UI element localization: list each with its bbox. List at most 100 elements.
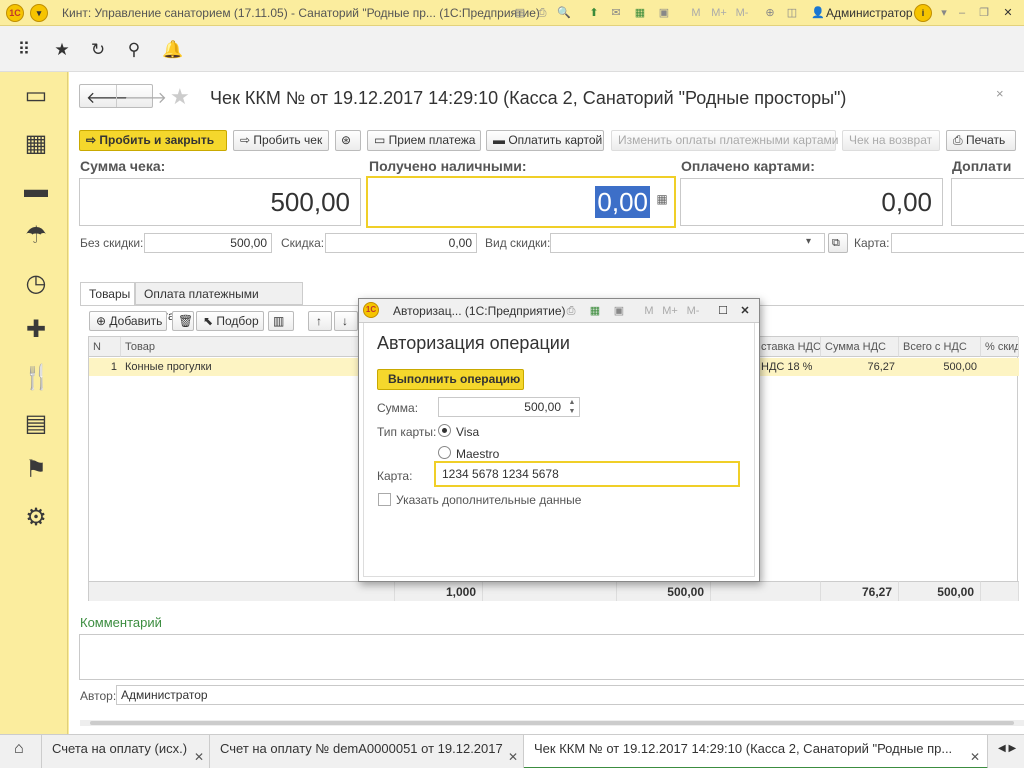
beach-umbrella-icon[interactable]: ☂ — [22, 222, 50, 250]
discount-field[interactable]: 0,00 — [325, 233, 477, 253]
close-window-icon[interactable]: ✕ — [1000, 5, 1016, 21]
cash-received-value[interactable]: 0,00 — [595, 186, 650, 218]
author-field[interactable]: Администратор — [116, 685, 1024, 705]
user-name[interactable]: Администратор — [826, 6, 913, 20]
discount-type-open-button[interactable]: ⧉ — [828, 233, 848, 253]
column-header-total[interactable]: Всего с НДС — [899, 337, 981, 357]
bottom-tab-invoice[interactable]: Счет на оплату № demA0000051 от 19.12.20… — [210, 735, 524, 768]
barcode-button[interactable]: ▥ — [268, 311, 294, 331]
return-check-button[interactable]: Чек на возврат — [842, 130, 940, 151]
extra-data-checkbox[interactable] — [378, 493, 391, 506]
clock-icon[interactable]: ◷ — [22, 270, 50, 298]
favorite-star-icon[interactable]: ★ — [170, 84, 190, 110]
restore-icon[interactable]: ❐ — [976, 5, 992, 21]
spreadsheet-icon[interactable]: ▦ — [632, 5, 648, 21]
memory-mplus-button[interactable]: M+ — [708, 5, 730, 21]
payment-receive-button[interactable]: ▭ Прием платежа — [367, 130, 481, 151]
delete-row-button[interactable]: 🗑 — [172, 311, 194, 331]
dialog-spreadsheet-icon[interactable]: ▦ — [587, 303, 603, 319]
dialog-maximize-icon[interactable]: ☐ — [715, 303, 731, 319]
search-icon[interactable]: ⚲ — [124, 40, 144, 60]
history-icon[interactable]: ↻ — [88, 40, 108, 60]
extra-data-label[interactable]: Указать дополнительные данные — [396, 493, 581, 507]
dialog-card-field[interactable]: 1234 5678 1234 5678 — [434, 461, 740, 487]
radio-maestro-label[interactable]: Maestro — [456, 447, 499, 461]
dialog-memory-mminus-button[interactable]: M- — [683, 303, 703, 319]
preview-icon[interactable]: 🔍 — [556, 5, 572, 21]
close-form-icon[interactable]: × — [996, 86, 1004, 101]
forward-arrow-icon[interactable]: 🡒 — [124, 87, 167, 108]
desktop-icon[interactable]: ▭ — [22, 82, 50, 110]
card-field[interactable] — [891, 233, 1024, 253]
tabs-nav-arrows-icon[interactable]: ◀ ▶ — [988, 735, 1024, 768]
calendar-icon[interactable]: ▣ — [656, 5, 672, 21]
punch-check-button[interactable]: ⇨ Пробить чек — [233, 130, 329, 151]
bottom-tab-check[interactable]: Чек ККМ № от 19.12.2017 14:29:10 (Касса … — [524, 735, 988, 768]
close-tab-icon[interactable]: ✕ — [194, 743, 204, 768]
column-header-vat-rate[interactable]: ставка НДС — [757, 337, 821, 357]
execute-operation-button[interactable]: Выполнить операцию — [377, 369, 524, 390]
add-row-button[interactable]: ⊕ Добавить — [89, 311, 167, 331]
punch-and-close-button[interactable]: ⇨ Пробить и закрыть — [79, 130, 227, 151]
dialog-close-icon[interactable]: ✕ — [737, 303, 753, 319]
print-icon[interactable]: ⎙ — [534, 5, 550, 21]
dialog-memory-m-button[interactable]: M — [641, 303, 657, 319]
main-menu-icon[interactable]: ▾ — [30, 4, 48, 22]
calculator-icon[interactable]: ▦ — [654, 192, 670, 208]
comment-field[interactable] — [79, 634, 1024, 680]
discount-type-dropdown-icon[interactable]: ▾ — [806, 236, 811, 247]
restaurant-icon[interactable]: 🍴 — [22, 364, 52, 392]
column-header-discount[interactable]: % скид — [981, 337, 1019, 357]
pick-button[interactable]: ⬉ Подбор — [196, 311, 264, 331]
panel-icon[interactable]: ◫ — [784, 5, 800, 21]
column-header-vat-sum[interactable]: Сумма НДС — [821, 337, 899, 357]
tab-goods[interactable]: Товары — [80, 282, 135, 306]
save-icon[interactable]: ▤ — [512, 5, 528, 21]
cell-vat-sum[interactable]: 76,27 — [821, 358, 899, 376]
calendar-section-icon[interactable]: ▦ — [22, 130, 50, 158]
minimize-icon[interactable]: – — [954, 5, 970, 21]
dialog-print-icon[interactable]: ⎙ — [563, 303, 579, 319]
radio-visa-label[interactable]: Visa — [456, 425, 479, 439]
close-tab-icon[interactable]: ✕ — [970, 743, 980, 767]
radio-maestro[interactable] — [438, 446, 451, 459]
info-dropdown-icon[interactable]: ▾ — [936, 5, 952, 21]
move-down-button[interactable]: ↓ — [334, 311, 358, 331]
radio-visa[interactable] — [438, 424, 451, 437]
memory-m-button[interactable]: M — [688, 5, 704, 21]
cell-vat-rate[interactable]: НДС 18 % — [757, 358, 821, 376]
medical-cross-icon[interactable]: ✚ — [22, 316, 50, 344]
notifications-bell-icon[interactable]: 🔔 — [162, 40, 183, 60]
dialog-sum-field[interactable]: 500,00 — [438, 397, 580, 417]
memory-mminus-button[interactable]: M- — [732, 5, 752, 21]
cell-total[interactable]: 500,00 — [899, 358, 981, 376]
favorites-star-icon[interactable]: ★ — [52, 40, 72, 60]
home-icon[interactable]: ⌂ — [0, 735, 42, 768]
close-tab-icon[interactable]: ✕ — [508, 743, 518, 768]
cell-product[interactable]: Конные прогулки — [121, 358, 391, 376]
flag-icon[interactable]: ⚑ — [22, 456, 50, 484]
tab-card-payments[interactable]: Оплата платежными картами — [135, 282, 303, 323]
print-button[interactable]: ⎙ Печать — [946, 130, 1016, 151]
dialog-calendar-icon[interactable]: ▣ — [611, 303, 627, 319]
settings-gears-icon[interactable]: ⚙ — [22, 504, 50, 532]
attach-icon[interactable]: ✉ — [608, 5, 624, 21]
cell-n[interactable]: 1 — [89, 358, 121, 376]
pay-card-button[interactable]: ▬ Оплатить картой — [486, 130, 604, 151]
horizontal-scrollbar[interactable] — [80, 720, 1024, 726]
column-header-product[interactable]: Товар — [121, 337, 391, 357]
zoom-icon[interactable]: ⊕ — [762, 5, 778, 21]
apps-grid-icon[interactable]: ⠿ — [14, 40, 34, 60]
cash-register-button[interactable]: ⊛ — [335, 130, 361, 151]
back-arrow-icon[interactable]: 🡐 — [86, 87, 129, 108]
column-header-n[interactable]: N — [89, 337, 121, 357]
cell-discount[interactable] — [981, 358, 1019, 376]
info-icon[interactable]: i — [914, 4, 932, 22]
export-icon[interactable]: ⬆ — [586, 5, 602, 21]
card-section-icon[interactable]: ▬ — [22, 176, 50, 204]
bottom-tab-invoices[interactable]: Счета на оплату (исх.) ✕ — [42, 735, 210, 768]
no-discount-field[interactable]: 500,00 — [144, 233, 272, 253]
dialog-memory-mplus-button[interactable]: M+ — [659, 303, 681, 319]
discount-type-field[interactable] — [550, 233, 825, 253]
change-card-payments-button[interactable]: Изменить оплаты платежными картами — [611, 130, 838, 151]
